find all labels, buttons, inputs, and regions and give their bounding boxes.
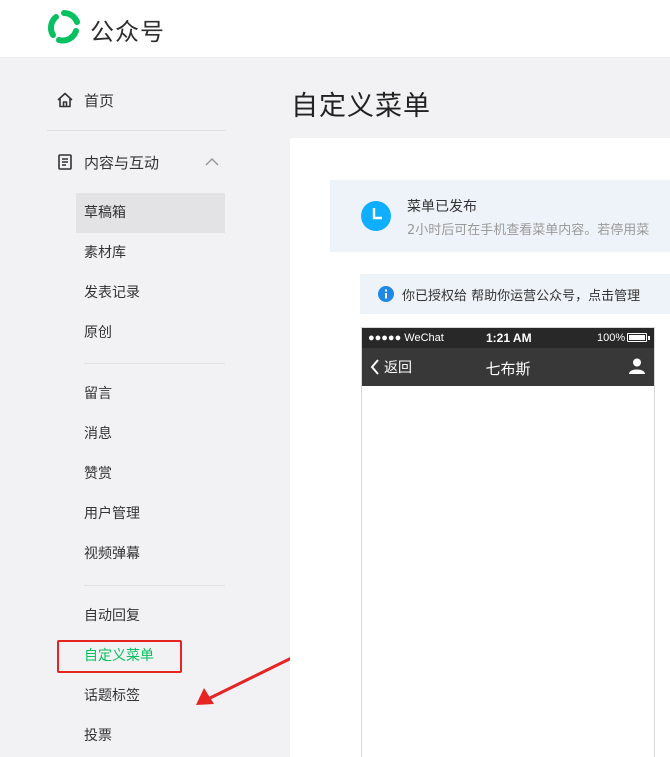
sidebar-item-video-danmaku[interactable]: 视频弹幕 — [76, 534, 225, 574]
sidebar-item-original[interactable]: 原创 — [76, 313, 225, 353]
phone-status-bar: ●●●●● WeChat 1:21 AM 100% — [362, 328, 654, 348]
sidebar-divider — [84, 363, 225, 364]
clock-icon — [361, 201, 391, 231]
sidebar-item-drafts[interactable]: 草稿箱 — [76, 193, 225, 233]
sidebar-item-materials[interactable]: 素材库 — [76, 233, 225, 273]
sidebar-item-comments[interactable]: 留言 — [76, 374, 225, 414]
sidebar-item-voting[interactable]: 投票 — [76, 716, 225, 756]
notice-description: 2小时后可在手机查看菜单内容。若停用菜 — [407, 223, 650, 238]
main-content: 菜单已发布 2小时后可在手机查看菜单内容。若停用菜 你已授权给 帮助你运营公众号… — [290, 138, 670, 757]
sidebar-group-label: 内容与互动 — [84, 153, 160, 172]
sidebar-item-label: 首页 — [84, 91, 115, 110]
sidebar-item-rewards[interactable]: 赞赏 — [76, 454, 225, 494]
status-time: 1:21 AM — [486, 331, 532, 345]
sidebar-group-content-interaction[interactable]: 内容与互动 — [56, 150, 221, 174]
home-icon — [57, 92, 73, 108]
sidebar-divider — [84, 585, 225, 586]
sidebar-item-auto-reply[interactable]: 自动回复 — [76, 596, 225, 636]
document-icon — [58, 154, 72, 170]
authorization-text: 你已授权给 帮助你运营公众号，点击管理 — [402, 289, 641, 304]
brand-title: 公众号 — [90, 18, 165, 46]
sidebar-item-messages[interactable]: 消息 — [76, 414, 225, 454]
account-name: 七布斯 — [485, 360, 531, 378]
sidebar-item-publish-records[interactable]: 发表记录 — [76, 273, 225, 313]
sidebar-divider — [47, 130, 226, 131]
info-icon — [378, 286, 394, 302]
wechat-mp-logo-icon[interactable] — [47, 10, 81, 44]
sidebar-item-home[interactable]: 首页 — [56, 88, 114, 112]
notice-title: 菜单已发布 — [407, 199, 477, 215]
battery-percent: 100% — [597, 332, 626, 344]
user-icon[interactable] — [628, 357, 646, 375]
publish-notice: 菜单已发布 2小时后可在手机查看菜单内容。若停用菜 — [330, 180, 670, 252]
annotation-highlight-box — [57, 640, 182, 673]
page-title: 自定义菜单 — [291, 91, 431, 122]
phone-preview: ●●●●● WeChat 1:21 AM 100% 返回 七布斯 — [361, 327, 655, 757]
carrier-label: ●●●●● WeChat — [368, 332, 444, 344]
sidebar: 首页 内容与互动 草稿箱 素材库 发表记录 原创 留言 消息 赞赏 用户管理 视… — [0, 58, 319, 757]
sidebar-item-user-management[interactable]: 用户管理 — [76, 494, 225, 534]
battery-icon — [627, 333, 647, 342]
authorization-info-bar: 你已授权给 帮助你运营公众号，点击管理 — [360, 274, 670, 314]
top-bar: 公众号 — [0, 0, 670, 58]
battery-tip — [648, 336, 650, 340]
chevron-up-icon[interactable] — [203, 153, 221, 171]
phone-nav-bar: 返回 七布斯 — [362, 348, 654, 386]
